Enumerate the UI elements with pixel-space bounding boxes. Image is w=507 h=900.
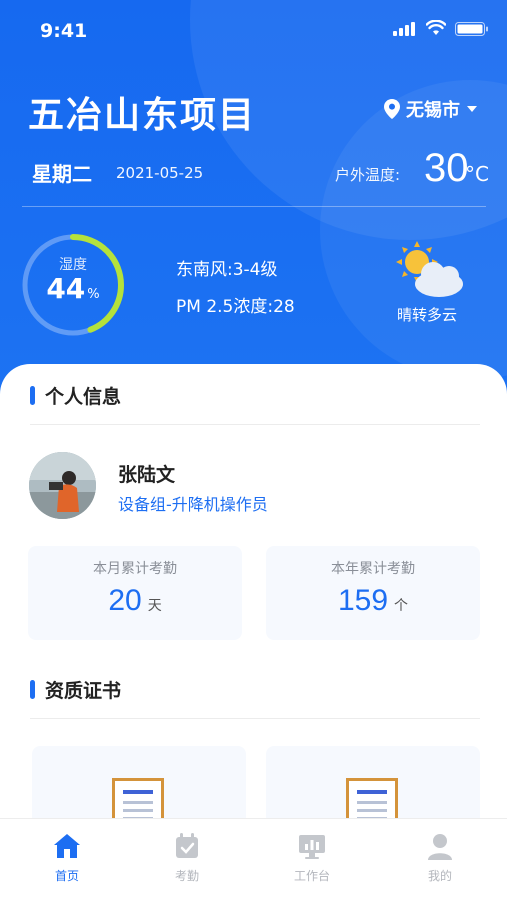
humidity-label: 湿度 [59, 257, 87, 273]
caret-down-icon [467, 106, 477, 112]
monthly-attendance-value: 20 天 [28, 584, 242, 618]
status-time: 9:41 [40, 20, 88, 42]
personal-info-header: 个人信息 [30, 382, 121, 409]
partly-cloudy-icon [396, 241, 463, 297]
bottom-tab-bar: 首页 考勤 工作台 我的 [0, 818, 507, 900]
outdoor-temp-label: 户外温度: [335, 166, 401, 184]
yearly-attendance-label: 本年累计考勤 [331, 561, 415, 577]
yearly-attendance-number: 159 [337, 584, 389, 617]
personal-info-title: 个人信息 [45, 386, 122, 408]
pm25-info: PM 2.5浓度:28 [176, 297, 295, 317]
monthly-attendance-unit: 天 [147, 598, 162, 614]
outdoor-temp-value: 30 [424, 146, 469, 190]
date: 2021-05-25 [116, 164, 204, 182]
person-name: 张陆文 [118, 464, 176, 486]
monthly-attendance-card[interactable]: 本月累计考勤 20 天 [28, 546, 242, 640]
user-icon [428, 834, 452, 860]
header-banner: 9:41 五冶山东项目 无锡市 星期二 2021-05-25 户外温度: 30 … [0, 0, 507, 420]
tab-label: 工作台 [293, 869, 330, 883]
dashboard-icon [299, 835, 325, 859]
yearly-attendance-unit: 个 [394, 598, 409, 614]
tab-label: 考勤 [174, 869, 199, 883]
monthly-attendance-label: 本月累计考勤 [93, 561, 177, 577]
section-bar [30, 386, 35, 405]
weekday: 星期二 [32, 162, 92, 186]
tab-label: 我的 [427, 869, 452, 883]
yearly-attendance-card[interactable]: 本年累计考勤 159 个 [266, 546, 480, 640]
avatar[interactable] [29, 452, 96, 519]
humidity-value: 44% [20, 272, 126, 305]
weather-condition: 晴转多云 [397, 306, 458, 324]
yearly-attendance-value: 159 个 [266, 584, 480, 618]
wind-info: 东南风:3-4级 [176, 260, 278, 280]
project-title: 五冶山东项目 [28, 95, 257, 136]
battery-icon [455, 22, 488, 36]
location-pin-icon [384, 99, 400, 119]
calendar-icon [176, 833, 198, 858]
home-icon [54, 834, 80, 858]
tab-profile[interactable]: 我的 [400, 831, 480, 884]
humidity-unit: % [87, 287, 100, 302]
humidity-number: 44 [46, 272, 86, 305]
signal-icon [393, 22, 415, 36]
humidity-gauge: 湿度 44% [20, 232, 126, 338]
wifi-icon [426, 20, 446, 35]
section-bar [30, 680, 35, 699]
status-bar: 9:41 [0, 0, 507, 60]
city-selector[interactable]: 无锡市 [384, 96, 478, 122]
certificates-header: 资质证书 [30, 676, 121, 703]
monthly-attendance-number: 20 [108, 584, 142, 617]
person-role: 设备组-升降机操作员 [118, 495, 268, 514]
header-divider [22, 206, 486, 207]
section-divider [30, 424, 480, 425]
tab-workbench[interactable]: 工作台 [272, 831, 352, 884]
tab-attendance[interactable]: 考勤 [147, 831, 227, 884]
avatar-photo [29, 452, 96, 519]
certificates-title: 资质证书 [45, 680, 122, 702]
outdoor-temp-unit: °C [465, 162, 489, 186]
tab-label: 首页 [54, 869, 79, 883]
city-label: 无锡市 [406, 100, 460, 121]
section-divider [30, 718, 480, 719]
tab-home[interactable]: 首页 [27, 831, 107, 884]
